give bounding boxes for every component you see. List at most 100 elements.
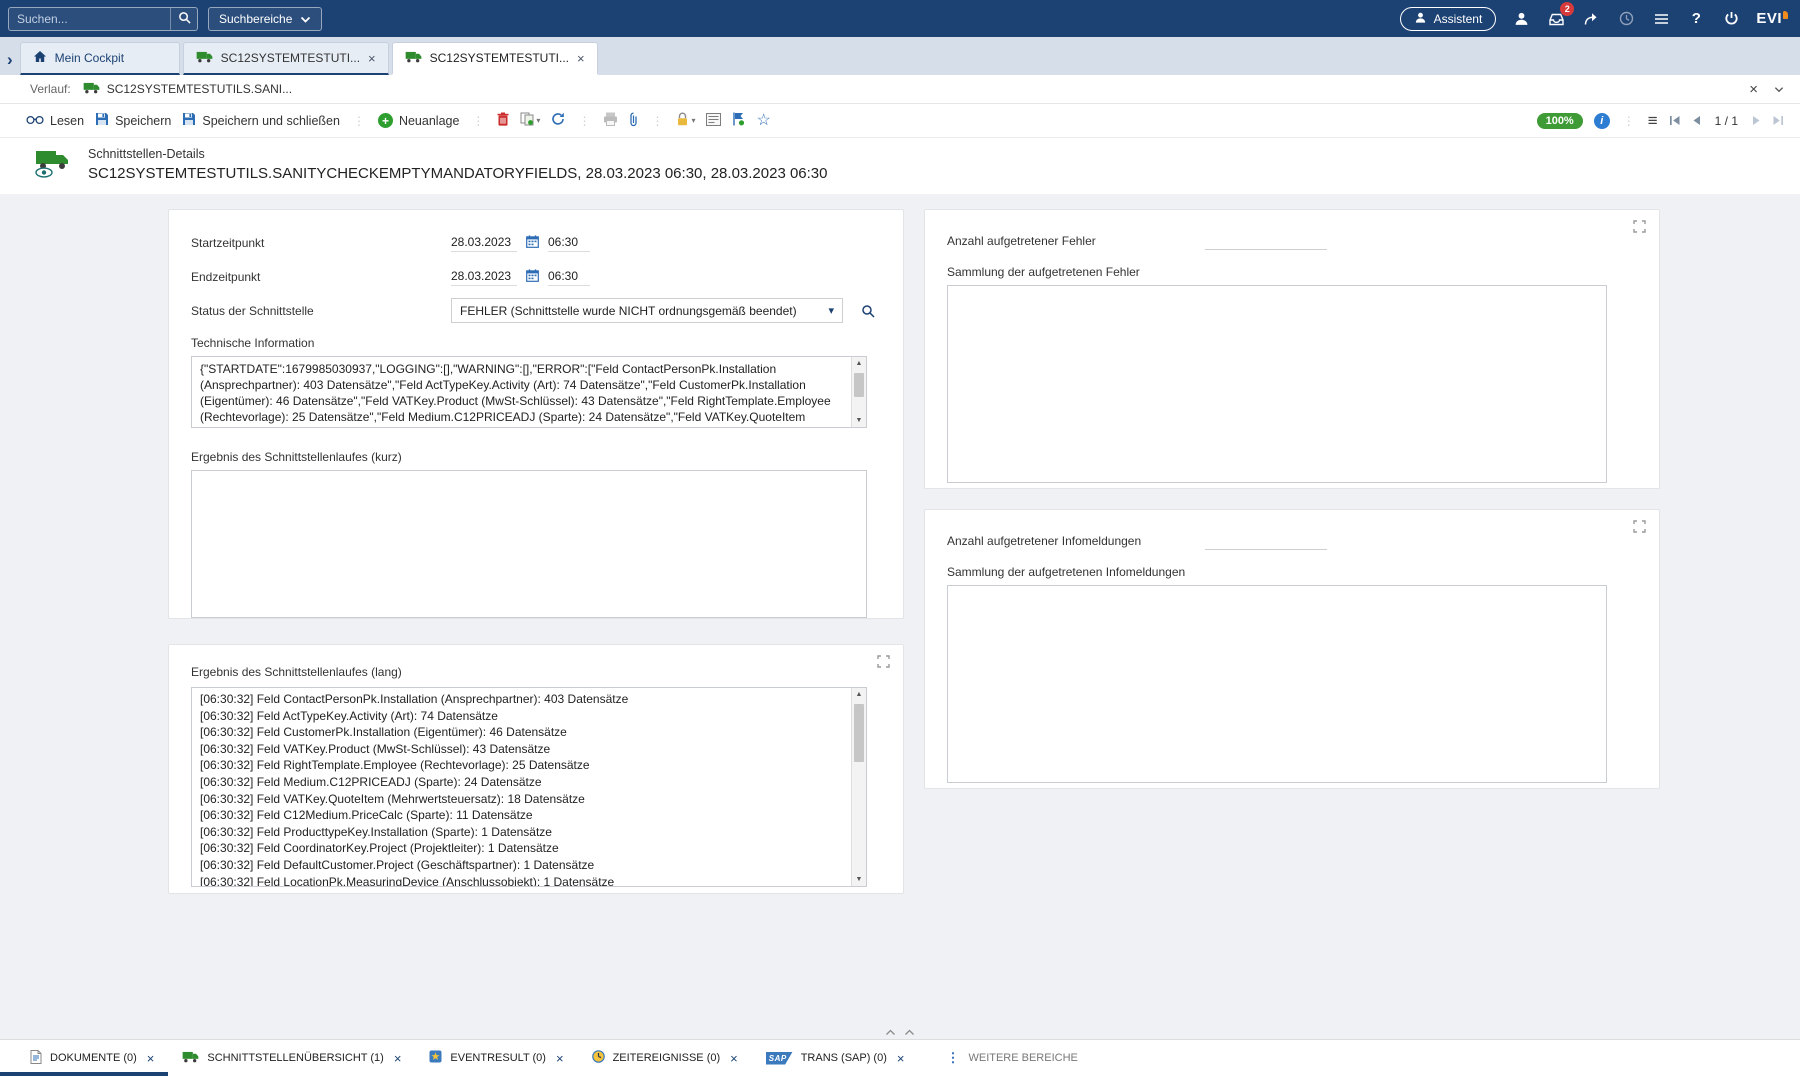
calendar-icon[interactable] [526,235,539,251]
log-line: [06:30:32] Feld CoordinatorKey.Project (… [200,840,844,857]
close-icon[interactable]: × [730,1051,738,1066]
maximize-icon[interactable] [877,655,890,668]
refresh-icon [551,112,565,129]
tab-mein-cockpit[interactable]: Mein Cockpit [20,42,180,75]
next-page-button[interactable] [1752,115,1761,126]
refresh-button[interactable] [551,112,565,129]
vertical-scrollbar[interactable]: ▲ ▼ [851,688,866,886]
end-time-label: Endzeitpunkt [191,270,451,284]
bottom-tab-zeitereignisse[interactable]: ZEITEREIGNISSE (0) × [578,1040,752,1076]
clock-icon [592,1050,605,1066]
log-lines: [06:30:32] Feld ContactPersonPk.Installa… [192,688,866,887]
save-and-close-button[interactable]: Speichern und schließen [182,112,340,129]
log-line: [06:30:32] Feld VATKey.Product (MwSt-Sch… [200,741,844,758]
info-count-input[interactable] [1205,532,1327,550]
read-button[interactable]: Lesen [26,114,84,128]
bottom-tab-eventresult[interactable]: EVENTRESULT (0) × [415,1040,577,1076]
close-icon[interactable]: × [556,1051,564,1066]
tab-sc12-1[interactable]: SC12SYSTEMTESTUTI... × [183,42,389,75]
history-controls: × [1749,81,1784,98]
status-lookup-icon[interactable] [861,304,875,318]
tech-info-box[interactable]: {"STARTDATE":1679985030937,"LOGGING":[],… [191,356,867,428]
maximize-icon[interactable] [1633,220,1646,233]
error-count-row: Anzahl aufgetretener Fehler [947,230,1621,252]
scroll-down-icon[interactable]: ▼ [856,876,863,883]
toolbar-right-group: 100% i ⋮ ≡ 1 / 1 [1537,111,1784,131]
search-scope-button[interactable]: Suchbereiche [208,7,322,31]
close-icon[interactable]: × [897,1051,905,1066]
result-long-card: Ergebnis des Schnittstellenlaufes (lang)… [168,644,904,894]
log-line: [06:30:32] Feld ContactPersonPk.Installa… [200,691,844,708]
history-label: Verlauf: [30,82,71,96]
assistant-button[interactable]: Assistent [1400,7,1497,31]
protocol-button[interactable] [706,113,721,129]
forward-icon[interactable] [1581,9,1601,29]
scroll-up-icon[interactable]: ▲ [856,360,863,367]
copy-button[interactable]: ▾ [520,112,540,129]
info-icon[interactable]: i [1594,113,1610,129]
result-long-box[interactable]: [06:30:32] Feld ContactPersonPk.Installa… [191,687,867,887]
status-select[interactable]: FEHLER (Schnittstelle wurde NICHT ordnun… [451,298,843,323]
first-page-button[interactable] [1669,115,1681,126]
new-record-button[interactable]: + Neuanlage [378,113,459,128]
global-search [8,7,198,31]
bottom-tab-schnittstellenuebersicht[interactable]: SCHNITTSTELLENÜBERSICHT (1) × [168,1040,415,1076]
end-date-input[interactable] [451,267,517,286]
permissions-button[interactable]: ▾ [676,112,695,129]
tab-sc12-2-active[interactable]: SC12SYSTEMTESTUTI... × [392,42,598,75]
search-button[interactable] [170,8,197,30]
error-collection-box[interactable] [947,285,1607,483]
translate-flag-button[interactable] [732,112,745,129]
chevron-down-icon[interactable] [1774,86,1784,93]
collapse-up-icon[interactable] [904,1029,915,1036]
end-time-input[interactable] [548,267,590,286]
log-line: [06:30:32] Feld RightTemplate.Employee (… [200,757,844,774]
page-title: SC12SYSTEMTESTUTILS.SANITYCHECKEMPTYMAND… [88,165,828,182]
more-areas-button[interactable]: ⋮ WEITERE BEREICHE [932,1040,1091,1076]
tabs-overflow-chevron-icon[interactable]: › [7,51,13,68]
tab-label: SC12SYSTEMTESTUTI... [221,51,360,65]
favorite-star-icon[interactable]: ☆ [756,113,770,129]
vertical-scrollbar[interactable]: ▲ ▼ [851,357,866,427]
panel-collapse-handles [0,1025,1800,1039]
bottom-tab-trans-sap[interactable]: SAP TRANS (SAP) (0) × [752,1040,919,1076]
history-entry[interactable]: SC12SYSTEMTESTUTILS.SANI... [83,82,292,97]
close-icon[interactable]: × [147,1051,155,1066]
search-input[interactable] [9,12,170,26]
close-icon[interactable]: × [577,52,585,65]
help-icon[interactable]: ? [1686,9,1706,29]
maximize-icon[interactable] [1633,520,1646,533]
result-short-box[interactable] [191,470,867,618]
bottom-tab-label: DOKUMENTE (0) [50,1052,137,1064]
user-icon[interactable] [1511,9,1531,29]
start-time-input[interactable] [548,233,590,252]
error-count-input[interactable] [1205,232,1327,250]
scrollbar-thumb[interactable] [854,373,864,397]
right-column: Anzahl aufgetretener Fehler Sammlung der… [924,209,1660,1025]
start-date-input[interactable] [451,233,517,252]
scroll-down-icon[interactable]: ▼ [856,417,863,424]
menu-icon[interactable]: ≡ [1648,111,1658,131]
scrollbar-thumb[interactable] [854,704,864,762]
scroll-up-icon[interactable]: ▲ [856,691,863,698]
calendar-icon[interactable] [526,269,539,285]
collapse-up-icon[interactable] [885,1029,896,1036]
previous-page-button[interactable] [1692,115,1701,126]
power-icon[interactable] [1721,9,1741,29]
bottom-tab-dokumente[interactable]: DOKUMENTE (0) × [16,1040,168,1076]
toolbar-separator: ⋮ [576,114,592,128]
inbox-icon[interactable]: 2 [1546,9,1566,29]
info-collection-box[interactable] [947,585,1607,783]
print-button[interactable] [603,112,618,129]
error-count-label: Anzahl aufgetretener Fehler [947,234,1205,248]
close-icon[interactable]: × [394,1051,402,1066]
protocol-list-icon[interactable] [1651,9,1671,29]
last-page-button[interactable] [1772,115,1784,126]
close-icon[interactable]: × [368,52,376,65]
close-icon[interactable]: × [1749,81,1758,98]
delete-button[interactable] [497,112,509,129]
zoom-level-badge: 100% [1537,113,1583,129]
attachment-button[interactable] [629,112,638,130]
history-clock-icon[interactable] [1616,9,1636,29]
save-button[interactable]: Speichern [95,112,171,129]
